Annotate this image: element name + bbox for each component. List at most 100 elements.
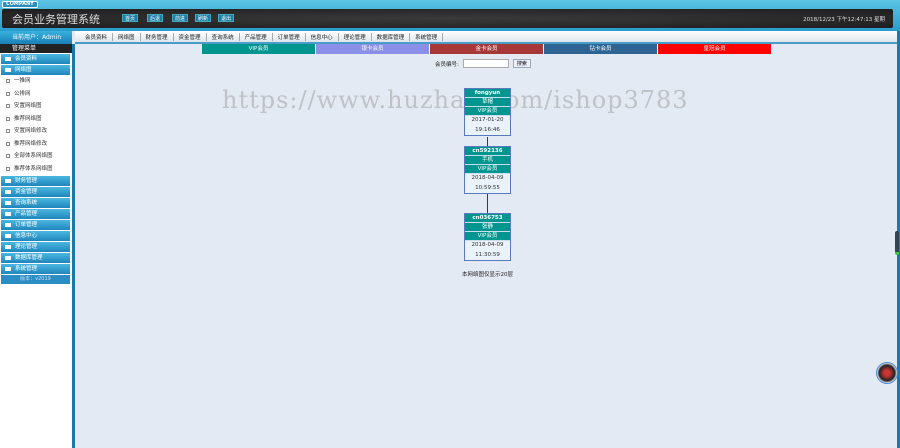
tab-level[interactable]: 金卡会员 <box>430 44 544 54</box>
sidebar-group[interactable]: 信息中心 <box>1 231 70 241</box>
page-icon <box>6 166 10 171</box>
tree-connector <box>487 137 488 146</box>
sidebar-subitem[interactable]: 安置网络图 <box>0 100 72 113</box>
folder-icon <box>5 179 11 183</box>
member-id-input[interactable] <box>462 59 509 68</box>
nav-item[interactable]: 产品管理 <box>240 32 273 41</box>
sidebar-subitem-label: 推荐网络图 <box>14 115 42 122</box>
member-name: 草帽 <box>465 98 510 107</box>
page-icon <box>6 91 10 96</box>
sidebar-subitem[interactable]: 推荐体系网络图 <box>0 163 72 176</box>
sidebar: 管理菜单 会员资料 网络图 一推网 公排网 安置网络图 推荐网络图 安置网络修改 推荐网络修改… <box>0 44 75 448</box>
level-tabs: VIP会员 银卡会员 金卡会员 钻卡会员 皇冠会员 <box>202 44 772 54</box>
tab-level[interactable]: VIP会员 <box>202 44 316 54</box>
top-banner: COMPANY 会员业务管理系统 首页 后退 前进 刷新 退出 2018/12/… <box>0 0 900 31</box>
member-level: VIP会员 <box>465 232 510 241</box>
page-icon <box>6 79 10 83</box>
sidebar-group[interactable]: 查询系统 <box>1 198 70 208</box>
sidebar-group[interactable]: 财务管理 <box>1 176 70 186</box>
folder-icon <box>5 57 11 61</box>
sidebar-group-label: 查询系统 <box>15 200 38 206</box>
sidebar-subitem[interactable]: 公排网 <box>0 88 72 101</box>
sidebar-group-label: 会员资料 <box>15 56 38 62</box>
nav-item[interactable]: 资金管理 <box>174 32 207 41</box>
nav-item[interactable]: 订单管理 <box>273 32 306 41</box>
member-time: 10:59:55 <box>475 184 500 191</box>
member-time: 11:30:59 <box>475 251 500 258</box>
sidebar-subitem[interactable]: 全部体系网络图 <box>0 150 72 163</box>
sidebar-group-label: 订单管理 <box>15 222 38 228</box>
sidebar-group[interactable]: 网络图 <box>1 65 70 75</box>
footer-note: 本网络图仅显示20层 <box>462 272 513 278</box>
member-node[interactable]: cn592136 手机 VIP会员 2018-04-09 10:59:55 <box>464 146 511 194</box>
sidebar-subitem-label: 全部体系网络图 <box>14 153 53 159</box>
member-node[interactable]: fongyun 草帽 VIP会员 2017-01-20 19:16:46 <box>464 88 511 136</box>
nav-item[interactable]: 财务管理 <box>141 32 174 41</box>
nav-item[interactable]: 系统管理 <box>410 32 444 41</box>
sidebar-group-label: 数据库管理 <box>15 255 43 261</box>
tab-level[interactable]: 皇冠会员 <box>658 44 772 54</box>
member-date: 2017-01-20 <box>471 117 504 123</box>
member-date: 2018-04-09 <box>471 242 504 248</box>
sidebar-subitem-label: 推荐网络修改 <box>14 140 48 147</box>
member-id[interactable]: fongyun <box>465 89 510 98</box>
search-label: 会员编号: <box>435 61 459 68</box>
sidebar-subitem[interactable]: 推荐网络修改 <box>0 138 72 151</box>
sidebar-group[interactable]: 订单管理 <box>1 220 70 230</box>
tree-connector <box>487 194 488 213</box>
folder-icon <box>5 223 11 227</box>
member-time: 19:16:46 <box>475 126 500 133</box>
app-title: 会员业务管理系统 <box>12 13 100 26</box>
page-icon <box>6 141 10 146</box>
member-level: VIP会员 <box>465 165 510 174</box>
sidebar-subitem-label: 推荐体系网络图 <box>14 165 53 172</box>
clock: 2018/12/23 下午12:47:13 星期 <box>803 17 885 23</box>
page-icon <box>6 129 10 133</box>
logout-button[interactable]: 退出 <box>218 14 235 22</box>
nav-item[interactable]: 会员资料 <box>80 32 114 41</box>
nav-item[interactable]: 查询系统 <box>207 32 240 41</box>
tab-level[interactable]: 银卡会员 <box>316 44 430 54</box>
folder-icon <box>5 234 11 238</box>
watermark: https://www.huzhan.com/ishop3783 <box>222 86 689 114</box>
sidebar-group-label: 资金管理 <box>15 189 38 195</box>
sidebar-subitem-label: 公排网 <box>14 90 31 97</box>
sidebar-group-label: 网络图 <box>15 67 32 73</box>
member-id[interactable]: cn036753 <box>465 214 510 223</box>
nav-item[interactable]: 数据库管理 <box>372 32 411 41</box>
tab-level[interactable]: 钻卡会员 <box>544 44 658 54</box>
nav-item[interactable]: 理论管理 <box>339 32 372 41</box>
member-name: 张静 <box>465 223 510 232</box>
sidebar-group[interactable]: 理论管理 <box>1 242 70 252</box>
top-nav: 会员资料 网络图 财务管理 资金管理 查询系统 产品管理 订单管理 信息中心 理论管理 数据库管理… <box>75 31 900 44</box>
sidebar-group-label: 产品管理 <box>15 211 38 217</box>
forward-button[interactable]: 前进 <box>172 14 189 22</box>
member-node[interactable]: cn036753 张静 VIP会员 2018-04-09 11:30:59 <box>464 213 511 261</box>
sidebar-group[interactable]: 会员资料 <box>1 54 70 64</box>
page-icon <box>6 104 10 108</box>
sidebar-subitem-label: 安置网络图 <box>14 103 42 109</box>
search-bar: 会员编号: 搜索 <box>435 59 531 68</box>
back-button[interactable]: 后退 <box>147 14 164 22</box>
sidebar-group[interactable]: 资金管理 <box>1 187 70 197</box>
member-level: VIP会员 <box>465 107 510 116</box>
home-button[interactable]: 首页 <box>122 14 139 22</box>
sidebar-group[interactable]: 数据库管理 <box>1 253 70 263</box>
sidebar-subitem[interactable]: 一推网 <box>0 75 72 88</box>
folder-icon <box>5 245 11 249</box>
search-button[interactable]: 搜索 <box>512 59 531 68</box>
member-id[interactable]: cn592136 <box>465 147 510 156</box>
sidebar-subitem-label: 一推网 <box>14 78 31 84</box>
scrollbar[interactable] <box>895 231 899 255</box>
folder-icon <box>5 68 11 72</box>
sidebar-group[interactable]: 产品管理 <box>1 209 70 219</box>
sidebar-subitem[interactable]: 安置网络修改 <box>0 125 72 138</box>
refresh-button[interactable]: 刷新 <box>195 14 212 22</box>
page-icon <box>6 116 10 121</box>
sidebar-subitem[interactable]: 推荐网络图 <box>0 113 72 126</box>
nav-item[interactable]: 信息中心 <box>306 32 339 41</box>
assistant-robot-icon[interactable] <box>876 362 898 384</box>
nav-item[interactable]: 网络图 <box>113 32 141 41</box>
folder-icon <box>5 212 11 216</box>
folder-icon <box>5 256 11 260</box>
